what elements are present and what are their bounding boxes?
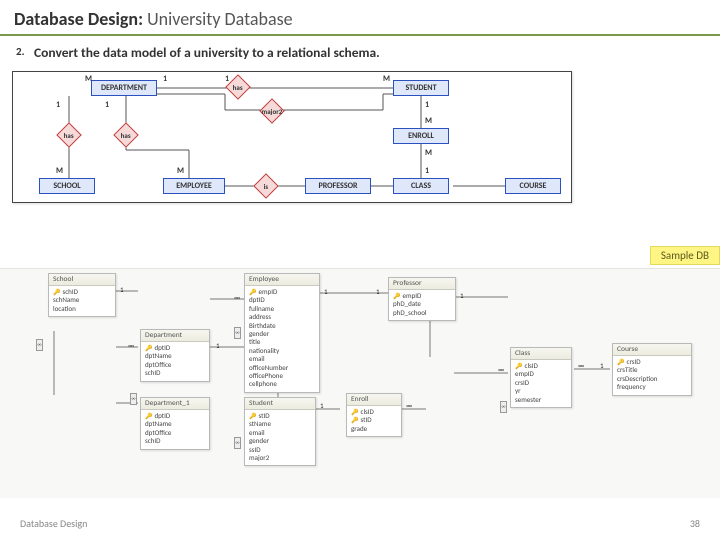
schema-table-department: Department dptID dptName dptOffice schID bbox=[140, 329, 210, 382]
conn-tab: ∞ bbox=[36, 339, 43, 351]
erd-entity-school: SCHOOL bbox=[39, 178, 95, 194]
erd-card: M bbox=[177, 166, 184, 176]
erd-card: M bbox=[56, 166, 63, 176]
schema-table-title: School bbox=[49, 274, 115, 286]
footer-left: Database Design bbox=[20, 517, 87, 530]
erd-card: 1 bbox=[163, 74, 167, 84]
task-number: 2. bbox=[16, 45, 25, 58]
schema-card: 1 bbox=[460, 291, 464, 300]
schema-field: cellphone bbox=[248, 380, 316, 388]
schema-card: 1 bbox=[600, 361, 604, 370]
schema-card: ∞ bbox=[578, 361, 584, 370]
schema-card: 1 bbox=[120, 285, 124, 294]
schema-table-student: Student stID stName email gender ssID ma… bbox=[244, 397, 316, 466]
schema-table-title: Course bbox=[613, 344, 691, 356]
erd-entity-employee: EMPLOYEE bbox=[163, 178, 225, 194]
erd-diagram: DEPARTMENT STUDENT has major2 has has is… bbox=[12, 71, 572, 203]
schema-card: ∞ bbox=[234, 293, 240, 302]
conn-tab: ∞ bbox=[500, 401, 507, 413]
schema-field: major2 bbox=[248, 454, 312, 462]
erd-entity-department: DEPARTMENT bbox=[91, 80, 157, 96]
erd-entity-student: STUDENT bbox=[393, 80, 449, 96]
schema-table-department1: Department_1 dptID dptName dptOffice sch… bbox=[140, 397, 210, 450]
schema-card: 1 bbox=[324, 287, 328, 296]
schema-field: location bbox=[52, 305, 112, 313]
erd-card: 1 bbox=[425, 100, 429, 110]
schema-diagram: School schID schName location Department… bbox=[0, 268, 720, 498]
schema-table-course: Course crsID crsTitle crsDescription fre… bbox=[612, 343, 692, 396]
schema-table-school: School schID schName location bbox=[48, 273, 116, 317]
erd-card: M bbox=[85, 74, 92, 84]
sample-db-badge: Sample DB bbox=[650, 246, 720, 265]
erd-card: M bbox=[425, 116, 432, 126]
header-title-bold: Database Design: bbox=[14, 8, 143, 30]
schema-table-title: Employee bbox=[245, 274, 319, 286]
schema-card: 1 bbox=[376, 287, 380, 296]
schema-field: frequency bbox=[616, 383, 688, 391]
schema-card: ∞ bbox=[406, 401, 412, 410]
schema-field: schID bbox=[144, 437, 206, 445]
conn-tab: ∞ bbox=[234, 327, 241, 339]
slide-footer: Database Design 38 bbox=[0, 511, 720, 540]
erd-entity-course: COURSE bbox=[505, 178, 561, 194]
erd-entity-enroll: ENROLL bbox=[393, 128, 449, 144]
schema-card: 1 bbox=[320, 401, 324, 410]
schema-field: grade bbox=[350, 425, 398, 433]
schema-field: schID bbox=[144, 369, 206, 377]
schema-table-title: Student bbox=[245, 398, 315, 410]
schema-card: ∞ bbox=[128, 341, 134, 350]
schema-table-title: Class bbox=[511, 348, 571, 360]
schema-table-title: Professor bbox=[389, 278, 455, 290]
schema-table-employee: Employee empID dptID fullname address Bi… bbox=[244, 273, 320, 393]
erd-card: 1 bbox=[225, 74, 229, 84]
schema-table-professor: Professor empID phD_date phD_school bbox=[388, 277, 456, 321]
task-text: Convert the data model of a university t… bbox=[34, 44, 380, 61]
slide-header: Database Design: University Database bbox=[0, 0, 720, 36]
erd-card: 1 bbox=[105, 100, 109, 110]
erd-card: M bbox=[383, 74, 390, 84]
schema-table-title: Enroll bbox=[347, 394, 401, 406]
conn-tab: ∞ bbox=[234, 437, 241, 449]
schema-table-class: Class clsID empID crsID yr semester bbox=[510, 347, 572, 408]
erd-card: M bbox=[425, 148, 432, 158]
schema-field: crsID bbox=[514, 379, 568, 387]
schema-table-title: Department bbox=[141, 330, 209, 342]
schema-field: phD_school bbox=[392, 309, 452, 317]
task-item: 2. Convert the data model of a universit… bbox=[0, 36, 720, 67]
erd-entity-class: CLASS bbox=[393, 178, 449, 194]
schema-table-title: Department_1 bbox=[141, 398, 209, 410]
header-title-sub: University Database bbox=[147, 8, 292, 30]
schema-field: semester bbox=[514, 396, 568, 404]
erd-entity-professor: PROFESSOR bbox=[305, 178, 371, 194]
conn-tab: ∞ bbox=[130, 393, 137, 405]
schema-card: ∞ bbox=[498, 365, 504, 374]
schema-table-enroll: Enroll clsID stID grade bbox=[346, 393, 402, 437]
footer-page-number: 38 bbox=[690, 517, 700, 530]
erd-card: 1 bbox=[425, 166, 429, 176]
schema-card: 1 bbox=[216, 341, 220, 350]
erd-card: 1 bbox=[56, 100, 60, 110]
